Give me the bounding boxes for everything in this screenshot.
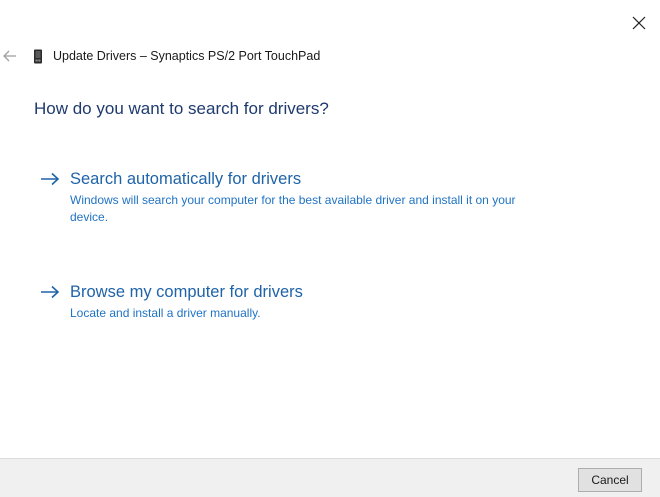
search-automatically-option[interactable]: Search automatically for drivers Windows… (40, 168, 560, 226)
update-drivers-dialog: Update Drivers – Synaptics PS/2 Port Tou… (0, 0, 660, 497)
page-question: How do you want to search for drivers? (34, 99, 329, 118)
cancel-button[interactable]: Cancel (578, 468, 642, 492)
option-description: Windows will search your computer for th… (70, 193, 516, 224)
option-title[interactable]: Browse my computer for drivers (70, 283, 303, 302)
touchpad-device-icon (32, 48, 44, 64)
browse-computer-option[interactable]: Browse my computer for drivers Locate an… (40, 281, 560, 322)
option-title[interactable]: Search automatically for drivers (70, 170, 301, 189)
arrow-right-icon (40, 171, 62, 187)
back-arrow-icon (3, 50, 16, 62)
option-description: Locate and install a driver manually. (70, 306, 261, 320)
close-button[interactable] (624, 8, 654, 38)
close-icon (632, 16, 646, 30)
arrow-right-icon (40, 284, 62, 300)
window-title: Update Drivers – Synaptics PS/2 Port Tou… (53, 49, 321, 63)
dialog-footer: Cancel (0, 458, 660, 497)
back-button[interactable] (0, 46, 20, 66)
title-row: Update Drivers – Synaptics PS/2 Port Tou… (0, 46, 320, 66)
